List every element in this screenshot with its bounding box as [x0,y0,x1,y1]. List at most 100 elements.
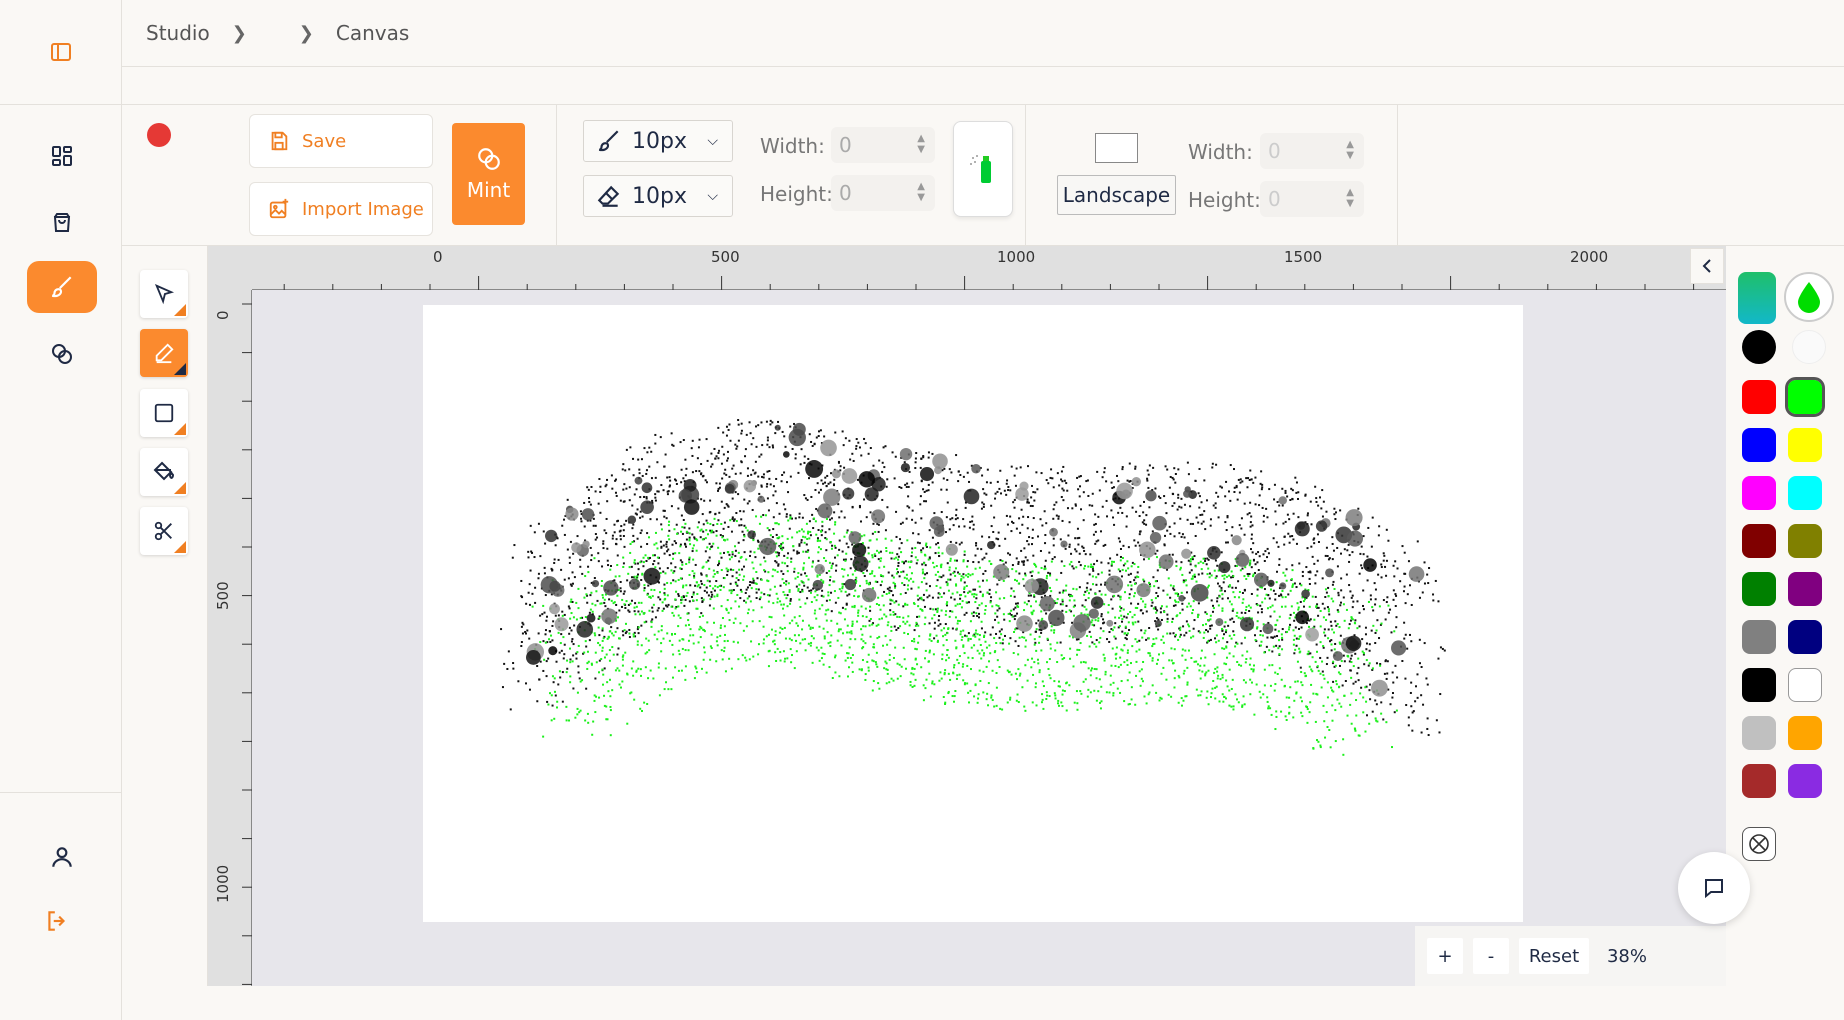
pencil-icon [153,342,175,364]
user-icon [49,844,75,870]
height-input[interactable]: 0 ▲ ▼ [831,175,935,211]
color-swatch[interactable] [1742,380,1776,414]
canvas-height-input[interactable]: 0 ▲ ▼ [1260,181,1364,217]
shape-tool[interactable] [140,389,188,437]
pencil-tool[interactable] [140,329,188,377]
width-input[interactable]: 0 ▲ ▼ [831,127,935,163]
mint-label: Mint [466,178,511,202]
stepper-icon[interactable]: ▲ ▼ [1346,187,1354,209]
chevron-right-icon: ❯ [298,22,314,44]
color-swatch[interactable] [1788,428,1822,462]
logout-icon [44,908,70,934]
ruler-label: 1000 [997,248,1036,266]
chevron-down-icon: ⌵ [707,188,718,204]
color-swatch[interactable] [1788,620,1822,654]
image-plus-icon [268,198,290,220]
ruler-label: 1500 [1284,248,1323,266]
brush-icon [49,274,75,300]
coins-icon [476,146,502,172]
zoom-out-button[interactable]: - [1473,938,1509,974]
width-label: Width: [760,134,825,158]
canvas-width-label: Width: [1188,140,1253,164]
nav-dashboard[interactable] [27,130,97,182]
no-color-button[interactable] [1742,827,1776,861]
color-swatch[interactable] [1788,764,1822,798]
sidebar-toggle-icon[interactable] [49,40,73,64]
ruler-corner [208,246,252,290]
chat-button[interactable] [1678,852,1750,924]
brush-size-select[interactable]: 10px ⌵ [583,120,733,162]
nav-studio[interactable] [27,261,97,313]
stepper-icon[interactable]: ▲ ▼ [1346,139,1354,161]
color-swatch[interactable] [1788,524,1822,558]
nav-profile[interactable] [27,831,97,883]
color-swatch[interactable] [1742,716,1776,750]
zoom-reset-button[interactable]: Reset [1519,938,1589,974]
height-label: Height: [760,182,833,206]
breadcrumb-studio[interactable]: Studio [146,21,210,45]
spray-can-icon [968,152,998,186]
fill-tool[interactable] [140,448,188,496]
nav-logout[interactable] [22,895,92,947]
import-image-button[interactable]: Import Image [249,182,433,236]
cursor-arrow-icon [153,283,175,305]
color-swatch[interactable] [1788,476,1822,510]
color-swatch[interactable] [1742,620,1776,654]
app-root: Studio ❯ ❯ Canvas Save Import Image Mint… [0,0,1844,1020]
zoom-in-button[interactable]: + [1427,938,1463,974]
divider [1025,104,1026,246]
scissors-tool[interactable] [140,507,188,555]
color-swatch[interactable] [1742,764,1776,798]
chevron-left-icon [1700,258,1714,274]
tool-corner-marker [174,541,186,553]
chat-bubble-icon [1702,876,1726,900]
color-swatch[interactable] [1788,716,1822,750]
nav-marketplace[interactable] [27,196,97,248]
bag-icon [50,210,74,234]
eraser-size-select[interactable]: 10px ⌵ [583,175,733,217]
import-label: Import Image [302,198,424,220]
select-tool[interactable] [140,270,188,318]
nav-coins[interactable] [27,328,97,380]
mint-button[interactable]: Mint [452,123,525,225]
save-button[interactable]: Save [249,114,433,168]
horizontal-ruler: 0 500 1000 1500 2000 [252,246,1726,290]
ruler-label: 500 [214,581,232,610]
spray-tool-button[interactable] [953,121,1013,217]
black-quick-swatch[interactable] [1742,330,1776,364]
ruler-ticks [283,276,1695,290]
brush-icon [596,128,622,154]
brush-size-value: 10px [632,128,687,154]
zoom-level: 38% [1606,945,1647,967]
canvas-color-swatch[interactable] [1095,133,1138,163]
breadcrumb: Studio ❯ ❯ Canvas [122,0,1844,67]
stepper-icon[interactable]: ▲ ▼ [917,181,925,203]
stepper-icon[interactable]: ▲ ▼ [917,133,925,155]
scissors-icon [153,520,175,542]
color-swatch[interactable] [1742,524,1776,558]
color-swatch[interactable] [1742,668,1776,702]
color-picker-button[interactable] [1784,272,1834,322]
color-swatch[interactable] [1785,377,1825,417]
color-swatch[interactable] [1788,572,1822,606]
white-quick-swatch[interactable] [1792,330,1826,364]
zoom-controls: + - Reset 38% [1415,926,1726,986]
color-swatch[interactable] [1742,476,1776,510]
canvas-width-input[interactable]: 0 ▲ ▼ [1260,133,1364,169]
orientation-button[interactable]: Landscape [1057,175,1176,215]
color-swatch[interactable] [1742,428,1776,462]
canvas-width-value: 0 [1268,139,1281,163]
width-value: 0 [839,133,852,157]
color-swatch[interactable] [1788,668,1822,702]
collapse-palette-button[interactable] [1690,248,1724,284]
brush-dot-layer [525,422,1425,697]
record-indicator[interactable] [147,123,171,147]
selected-color-gradient[interactable] [1738,272,1776,324]
ruler-label: 500 [711,248,740,266]
divider [1397,104,1398,246]
color-swatch[interactable] [1742,572,1776,606]
square-icon [153,402,175,424]
dashboard-icon [50,144,74,168]
close-icon [1748,833,1770,855]
drawing-canvas[interactable] [423,305,1523,922]
